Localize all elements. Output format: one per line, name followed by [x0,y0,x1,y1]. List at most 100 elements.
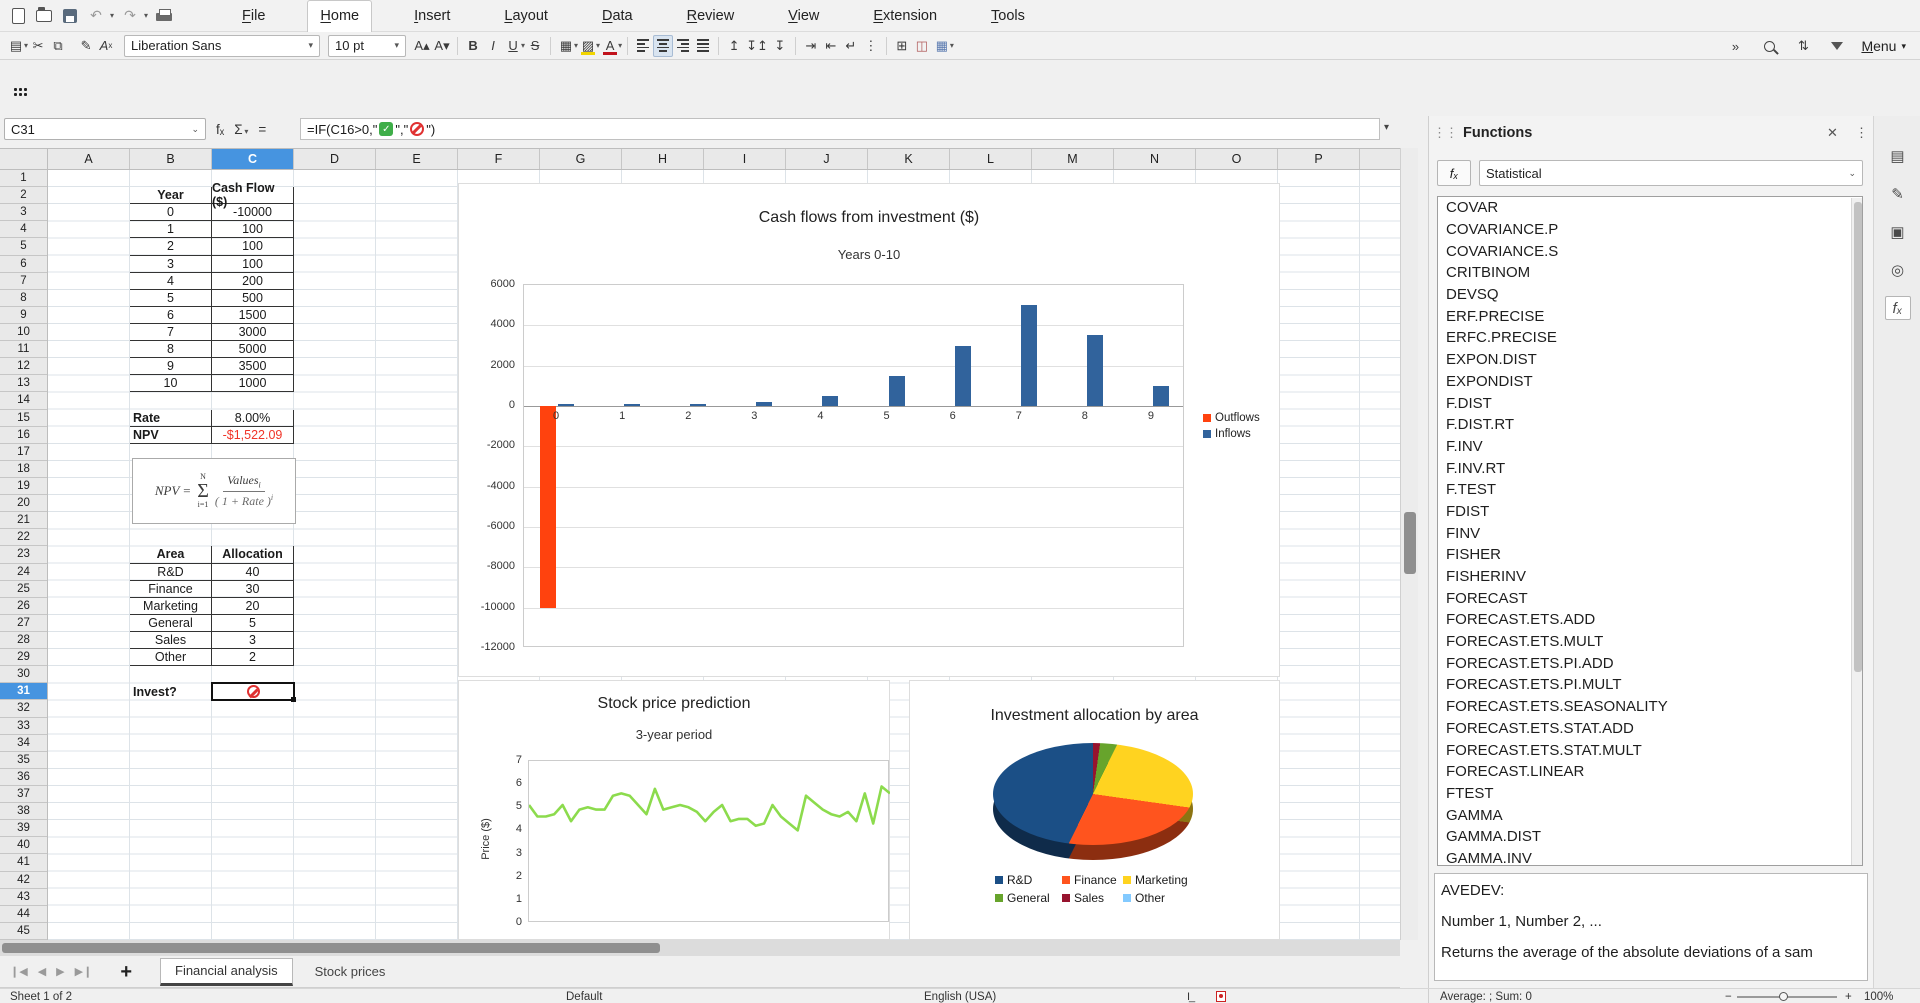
previous-sheet-icon[interactable]: ◀ [38,965,46,978]
column-header-P[interactable]: P [1278,149,1360,169]
row-header-25[interactable]: 25 [0,581,47,598]
column-header-J[interactable]: J [786,149,868,169]
cut-icon[interactable]: ✂ [28,35,48,57]
menu-button[interactable]: Menu▾ [1861,38,1906,54]
merge-dropdown-icon[interactable]: ▾ [950,41,954,50]
new-document-icon[interactable] [8,6,28,26]
row-header-45[interactable]: 45 [0,923,47,940]
borders-icon[interactable]: ▦ [556,35,576,57]
sidebar-function-wizard-icon[interactable]: fₓ [1437,160,1471,186]
column-header-L[interactable]: L [950,149,1032,169]
allocation-area-cell[interactable]: General [130,615,212,632]
function-item-forecast.ets.pi.add[interactable]: FORECAST.ETS.PI.ADD [1438,652,1862,674]
selected-cell-c31[interactable] [211,682,295,701]
align-left-icon[interactable] [633,35,653,57]
document-modified-icon[interactable] [1216,989,1226,1003]
clear-formatting-icon[interactable]: Ax [96,35,116,57]
gallery-deck-icon[interactable]: ▣ [1885,220,1911,244]
row-header-22[interactable]: 22 [0,529,47,546]
toolbar-overflow-icon[interactable]: ⋮ [861,35,881,57]
sidebar-menu-icon[interactable]: ⋮ [1855,125,1868,141]
cashflow-value-cell[interactable]: 1500 [212,307,294,324]
function-item-fisherinv[interactable]: FISHERINV [1438,566,1862,588]
row-header-23[interactable]: 23 [0,546,47,563]
decrease-indent-icon[interactable]: ⇤ [821,35,841,57]
row-header-6[interactable]: 6 [0,256,47,273]
redo-icon[interactable]: ↷ [120,6,140,26]
select-all-corner[interactable] [0,148,48,170]
cashflow-year-cell[interactable]: 7 [130,324,212,341]
strikethrough-icon[interactable]: S [525,35,545,57]
cashflow-value-cell[interactable]: 100 [212,238,294,255]
function-item-expon.dist[interactable]: EXPON.DIST [1438,349,1862,371]
merge-cells-icon[interactable]: ⊞ [892,35,912,57]
function-item-forecast[interactable]: FORECAST [1438,587,1862,609]
menu-tab-file[interactable]: File [230,0,277,32]
increase-font-icon[interactable]: A▴ [412,35,432,57]
font-size-combobox[interactable]: 10 pt▾ [328,35,406,57]
horizontal-scrollbar[interactable] [0,940,1400,956]
column-header-B[interactable]: B [130,149,212,169]
cell-grid[interactable]: YearCash Flow ($)0-100001100210031004200… [48,170,1400,940]
row-header-5[interactable]: 5 [0,238,47,255]
page-style-status[interactable]: Default [566,989,602,1003]
row-header-36[interactable]: 36 [0,769,47,786]
column-header-F[interactable]: F [458,149,540,169]
font-color-icon[interactable]: A [600,35,620,57]
bold-icon[interactable]: B [463,35,483,57]
column-header-O[interactable]: O [1196,149,1278,169]
pie-chart[interactable]: Investment allocation by areaR&DFinanceM… [909,680,1280,940]
wrap-text-icon[interactable]: ↵ [841,35,861,57]
sidebar-grip-icon[interactable]: ⋮⋮ [1429,125,1463,141]
save-icon[interactable] [60,6,80,26]
function-item-gamma[interactable]: GAMMA [1438,804,1862,826]
row-header-18[interactable]: 18 [0,461,47,478]
row-header-33[interactable]: 33 [0,718,47,735]
decrease-font-icon[interactable]: A▾ [432,35,452,57]
function-item-forecast.ets.stat.mult[interactable]: FORECAST.ETS.STAT.MULT [1438,739,1862,761]
column-header-M[interactable]: M [1032,149,1114,169]
column-header-I[interactable]: I [704,149,786,169]
allocation-area-cell[interactable]: Other [130,649,212,666]
cashflow-year-cell[interactable]: 1 [130,221,212,238]
npv-formula-image[interactable]: NPV =NΣi=1Valuesi( 1 + Rate )i [132,458,296,524]
zoom-level[interactable]: 100% [1864,989,1893,1003]
row-header-40[interactable]: 40 [0,837,47,854]
navigator-deck-icon[interactable]: ◎ [1885,258,1911,282]
toolbar-grip-icon[interactable] [14,88,30,100]
row-header-21[interactable]: 21 [0,512,47,529]
align-bottom-icon[interactable]: ↧ [770,35,790,57]
menu-tab-review[interactable]: Review [675,0,747,32]
function-item-forecast.ets.seasonality[interactable]: FORECAST.ETS.SEASONALITY [1438,696,1862,718]
allocation-area-cell[interactable]: Finance [130,581,212,598]
function-item-devsq[interactable]: DEVSQ [1438,284,1862,306]
menu-tab-data[interactable]: Data [590,0,645,32]
first-sheet-icon[interactable]: ❙◀ [10,965,28,978]
toolbar-expand-icon[interactable]: » [1725,35,1745,57]
fill-handle[interactable] [291,697,296,702]
horizontal-scrollbar-thumb[interactable] [2,943,660,953]
align-top-icon[interactable]: ↥ [724,35,744,57]
bar-inflows-7[interactable] [1021,305,1037,406]
row-header-8[interactable]: 8 [0,290,47,307]
npv-value-cell[interactable]: -$1,522.09 [212,427,294,444]
merge-center-icon[interactable]: ◫ [912,35,932,57]
sheet-tab-financial-analysis[interactable]: Financial analysis [160,958,293,986]
cashflow-year-cell[interactable]: 4 [130,273,212,290]
column-header-G[interactable]: G [540,149,622,169]
function-item-gamma.inv[interactable]: GAMMA.INV [1438,848,1862,866]
row-header-3[interactable]: 3 [0,204,47,221]
row-headers[interactable]: 1234567891011121314151617181920212223242… [0,170,48,940]
cashflow-year-cell[interactable]: 10 [130,375,212,392]
allocation-value-cell[interactable]: 20 [212,598,294,615]
unmerge-cells-icon[interactable]: ▦ [932,35,952,57]
zoom-out-icon[interactable]: − [1725,989,1732,1003]
background-color-icon[interactable]: ▨ [578,35,598,57]
cashflow-value-cell[interactable]: 200 [212,273,294,290]
rate-value-cell[interactable]: 8.00% [212,410,294,427]
column-header-D[interactable]: D [294,149,376,169]
undo-dropdown-icon[interactable]: ▾ [110,11,114,20]
row-header-16[interactable]: 16 [0,427,47,444]
cashflow-value-cell[interactable]: 1000 [212,375,294,392]
row-header-9[interactable]: 9 [0,307,47,324]
